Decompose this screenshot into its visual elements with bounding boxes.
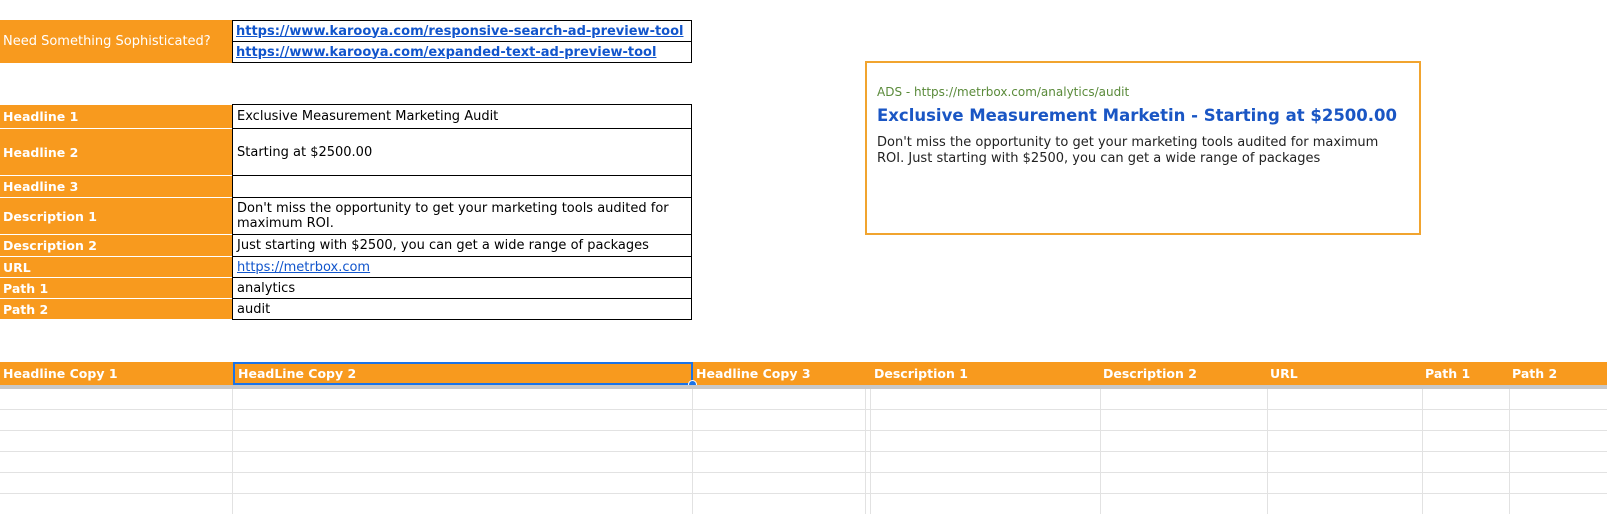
grid-col-line [1100, 389, 1101, 514]
url-link[interactable]: https://metrbox.com [237, 260, 370, 275]
link-cell-expanded: https://www.karooya.com/expanded-text-ad… [232, 41, 692, 63]
headline-3-cell[interactable] [232, 175, 692, 198]
grid-col-line [1267, 389, 1268, 514]
headline-2-cell[interactable]: Starting at $2500.00 [232, 128, 692, 176]
grid-col-line [692, 389, 693, 514]
headline-2-label: Headline 2 [0, 129, 232, 176]
description-1-cell[interactable]: Don't miss the opportunity to get your m… [232, 197, 692, 235]
description-2-label: Description 2 [0, 235, 232, 257]
path-1-cell[interactable]: analytics [232, 277, 692, 299]
responsive-search-ad-link[interactable]: https://www.karooya.com/responsive-searc… [236, 24, 684, 39]
url-cell[interactable]: https://metrbox.com [232, 256, 692, 278]
headline-1-cell[interactable]: Exclusive Measurement Marketing Audit [232, 104, 692, 129]
ad-preview-description: Don't miss the opportunity to get your m… [877, 135, 1379, 166]
url-label: URL [0, 257, 232, 278]
path-2-cell[interactable]: audit [232, 298, 692, 320]
grid-col-line [870, 389, 871, 514]
col-description-2[interactable]: Description 2 [1100, 362, 1267, 385]
ad-preview-card: ADS - https://metrbox.com/analytics/audi… [865, 61, 1421, 235]
grid-row [0, 451, 1607, 452]
col-path-2[interactable]: Path 2 [1509, 362, 1607, 385]
ad-preview-display-url: ADS - https://metrbox.com/analytics/audi… [877, 85, 1130, 99]
grid-col-line [232, 389, 233, 514]
grid-row [0, 430, 1607, 431]
grid-row [0, 472, 1607, 473]
path-1-label: Path 1 [0, 278, 232, 299]
col-path-1[interactable]: Path 1 [1422, 362, 1509, 385]
col-headline-copy-2[interactable]: HeadLine Copy 2 [233, 362, 693, 385]
description-2-cell[interactable]: Just starting with $2500, you can get a … [232, 234, 692, 257]
col-description-1[interactable]: Description 1 [871, 362, 1100, 385]
col-headline-copy-1[interactable]: Headline Copy 1 [0, 362, 233, 385]
grid-col-line [865, 389, 866, 514]
description-1-label: Description 1 [0, 198, 232, 235]
grid-row [0, 409, 1607, 410]
frozen-row-divider[interactable] [0, 385, 1607, 389]
col-url[interactable]: URL [1267, 362, 1422, 385]
path-2-label: Path 2 [0, 299, 232, 320]
need-sophisticated-label: Need Something Sophisticated? [0, 20, 232, 63]
expanded-text-ad-link[interactable]: https://www.karooya.com/expanded-text-ad… [236, 45, 656, 60]
headline-3-label: Headline 3 [0, 176, 232, 198]
headline-1-label: Headline 1 [0, 105, 232, 129]
grid-row [0, 493, 1607, 494]
grid-col-line [1509, 389, 1510, 514]
col-headline-copy-3[interactable]: Headline Copy 3 [693, 362, 865, 385]
ad-preview-title: Exclusive Measurement Marketin - Startin… [877, 106, 1397, 125]
link-cell-responsive: https://www.karooya.com/responsive-searc… [232, 20, 692, 42]
grid-col-line [1422, 389, 1423, 514]
